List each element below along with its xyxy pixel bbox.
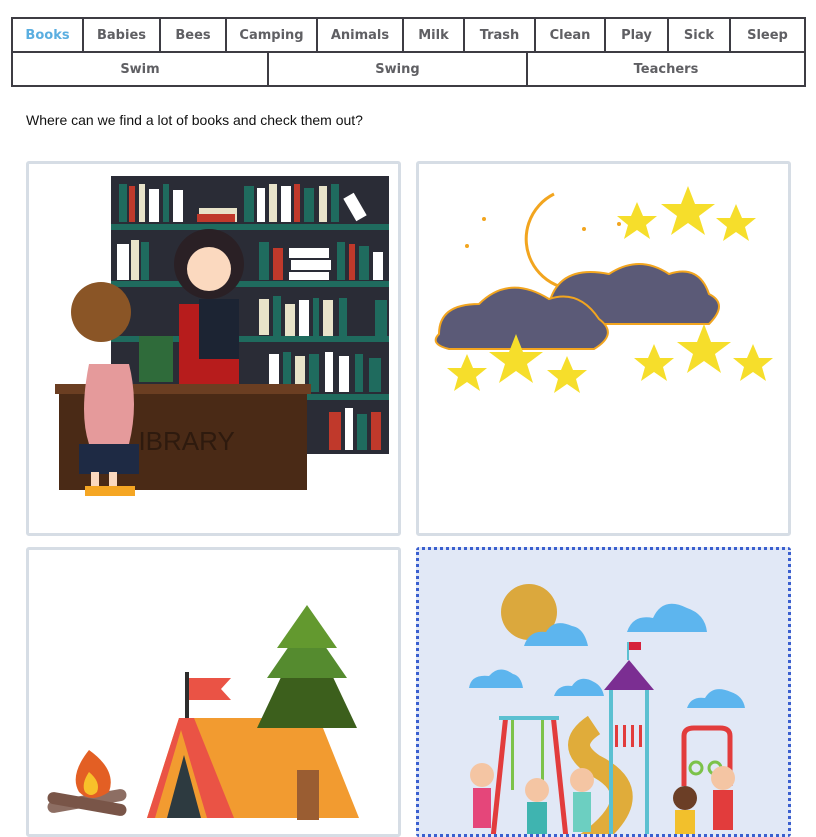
tab-babies[interactable]: Babies: [84, 19, 161, 51]
library-illustration-icon: LIBRARY: [55, 176, 389, 496]
question-text: Where can we find a lot of books and che…: [26, 112, 363, 128]
tab-bees[interactable]: Bees: [161, 19, 227, 51]
tent-campfire-icon: [47, 605, 359, 820]
tab-camping[interactable]: Camping: [227, 19, 318, 51]
tab-books[interactable]: Books: [13, 19, 84, 51]
category-tabs: Books Babies Bees Camping Animals Milk T…: [11, 17, 806, 87]
library-sign: LIBRARY: [124, 426, 235, 456]
option-card-library[interactable]: LIBRARY: [26, 161, 401, 536]
tab-animals[interactable]: Animals: [318, 19, 404, 51]
tab-sick[interactable]: Sick: [669, 19, 731, 51]
playground-icon: [469, 584, 745, 834]
tab-swing[interactable]: Swing: [269, 53, 528, 85]
tab-play[interactable]: Play: [606, 19, 669, 51]
tabs-row-2: Swim Swing Teachers: [13, 53, 804, 85]
tab-swim[interactable]: Swim: [13, 53, 269, 85]
tabs-row-1: Books Babies Bees Camping Animals Milk T…: [13, 19, 804, 53]
option-card-playground[interactable]: [416, 547, 791, 837]
tab-sleep[interactable]: Sleep: [731, 19, 804, 51]
tab-milk[interactable]: Milk: [404, 19, 465, 51]
tab-teachers[interactable]: Teachers: [528, 53, 804, 85]
option-card-camping[interactable]: [26, 547, 401, 837]
page-title-cutoff: [0, 0, 816, 6]
tab-trash[interactable]: Trash: [465, 19, 536, 51]
option-card-night-sky[interactable]: [416, 161, 791, 536]
moon-clouds-stars-icon: [434, 186, 773, 393]
tab-clean[interactable]: Clean: [536, 19, 606, 51]
